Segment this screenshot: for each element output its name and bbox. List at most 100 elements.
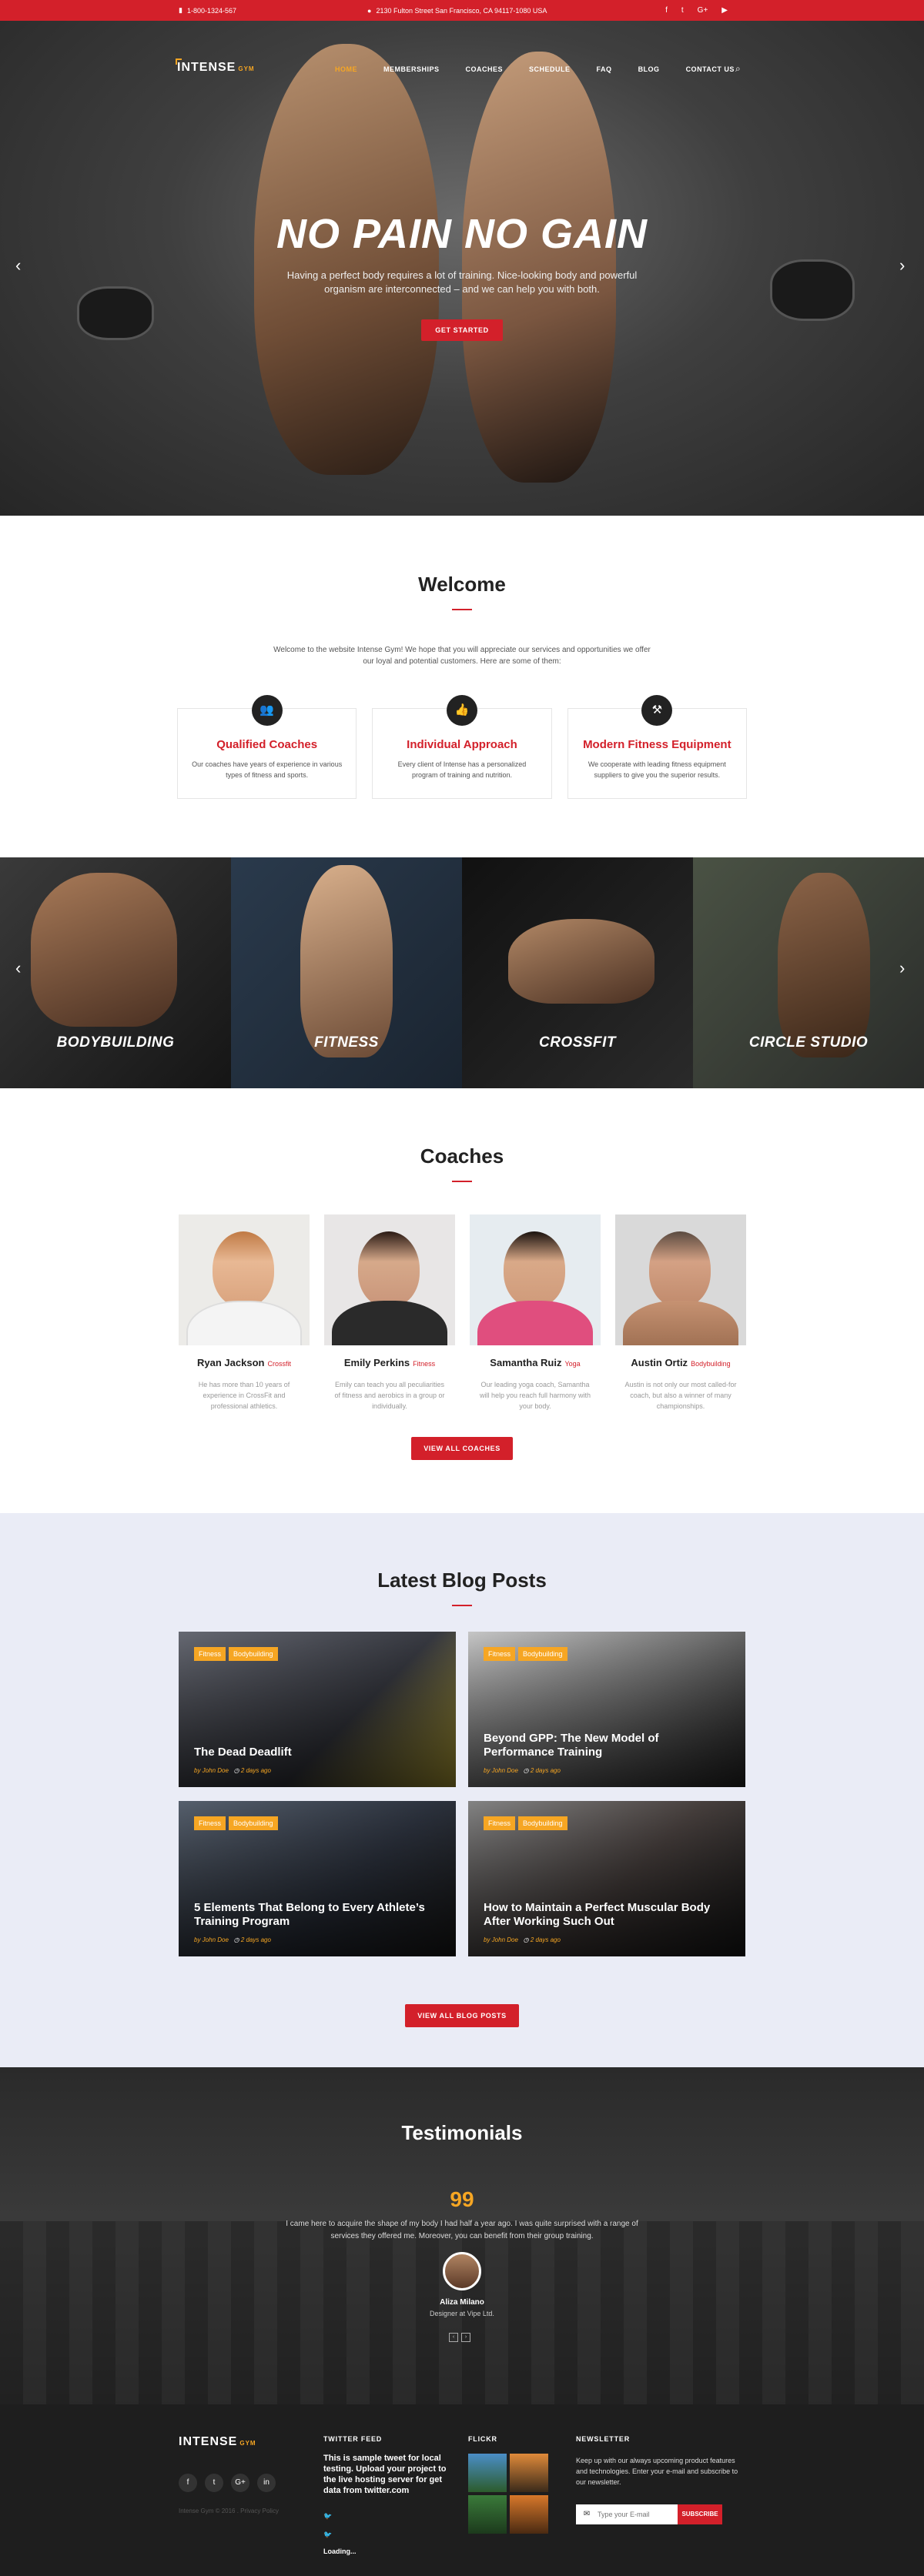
post-tag[interactable]: Fitness [194,1647,226,1661]
twitter-icon[interactable]: t [205,2474,223,2492]
copyright: Intense Gym © 2016 . Privacy Policy [179,2508,279,2514]
prev-icon[interactable]: ‹ [449,2333,458,2342]
search-icon[interactable]: ⌕ [735,63,741,75]
coach-card[interactable]: Samantha Ruiz Yoga Our leading yoga coach… [470,1214,601,1412]
nav-item-blog[interactable]: BLOG [638,65,660,73]
welcome-title: Welcome [418,573,506,596]
slider-next-icon[interactable]: › [899,256,905,276]
post-meta: by John Doe ◷ 2 days ago [484,1936,561,1943]
newsletter-title: NEWSLETTER [576,2435,630,2443]
nav-item-faq[interactable]: FAQ [597,65,612,73]
feature-card: 👥 Qualified Coaches Our coaches have yea… [177,695,357,799]
newsletter-form: ✉ SUBSCRIBE [576,2504,722,2524]
get-started-button[interactable]: GET STARTED [421,319,503,341]
feature-title: Individual Approach [407,738,517,751]
youtube-icon[interactable]: ▶ [721,6,728,15]
footer-logo[interactable]: INTENSE GYM [179,2435,256,2449]
category-next-icon[interactable]: › [899,958,905,978]
post-tag[interactable]: Bodybuilding [229,1647,278,1661]
facebook-icon[interactable]: f [179,2474,197,2492]
post-title[interactable]: Beyond GPP: The New Model of Performance… [484,1732,730,1759]
dumbbell-left [77,286,154,340]
thumbs-up-icon: 👍 [446,695,477,726]
post-tag[interactable]: Fitness [194,1816,226,1830]
logo-sub: GYM [239,2440,256,2447]
view-all-posts-button[interactable]: VIEW ALL BLOG POSTS [405,2004,519,2027]
nav-item-coaches[interactable]: COACHES [466,65,504,73]
category-bodybuilding[interactable]: BODYBUILDING [0,857,231,1088]
twitter-icon: 🐦 [323,2512,333,2520]
facebook-icon[interactable]: f [665,6,668,15]
flickr-thumb[interactable] [510,2495,548,2534]
post-title[interactable]: How to Maintain a Perfect Muscular Body … [484,1901,730,1929]
feature-title: Qualified Coaches [216,738,318,751]
blog-post-card[interactable]: Fitness Bodybuilding Beyond GPP: The New … [468,1632,745,1787]
twitter-icon: 🐦 [323,2531,333,2538]
post-tag[interactable]: Fitness [484,1816,516,1830]
view-all-coaches-button[interactable]: VIEW ALL COACHES [411,1437,513,1460]
next-icon[interactable]: › [461,2333,470,2342]
slider-prev-icon[interactable]: ‹ [15,256,21,276]
category-fitness[interactable]: FITNESS [231,857,462,1088]
flickr-thumb[interactable] [468,2495,507,2534]
category-circle-studio[interactable]: CIRCLE STUDIO [693,857,924,1088]
coach-card[interactable]: Ryan Jackson Crossfit He has more than 10… [179,1214,310,1412]
nav-item-home[interactable]: HOME [335,65,357,73]
post-tag[interactable]: Bodybuilding [518,1647,567,1661]
blog-post-card[interactable]: Fitness Bodybuilding The Dead Deadlift by… [179,1632,456,1787]
category-slider: BODYBUILDING FITNESS CROSSFIT CIRCLE STU… [0,857,924,1088]
coach-card[interactable]: Emily Perkins Fitness Emily can teach you… [324,1214,455,1412]
google-plus-icon[interactable]: G+ [231,2474,249,2492]
feature-title: Modern Fitness Equipment [583,738,732,751]
blog-post-card[interactable]: Fitness Bodybuilding 5 Elements That Belo… [179,1801,456,1956]
nav-item-memberships[interactable]: MEMBERSHIPS [383,65,440,73]
post-title[interactable]: The Dead Deadlift [194,1746,440,1759]
post-author[interactable]: John Doe [492,1767,518,1774]
title-divider [452,1605,472,1606]
testimonial-role: Designer at Vipe Ltd. [430,2310,494,2317]
category-photo [31,873,177,1027]
blog-posts-grid: Fitness Bodybuilding The Dead Deadlift by… [179,1632,745,1956]
nav-item-schedule[interactable]: SCHEDULE [529,65,571,73]
post-author[interactable]: John Doe [203,1767,229,1774]
post-tag[interactable]: Bodybuilding [518,1816,567,1830]
blog-post-card[interactable]: Fitness Bodybuilding How to Maintain a Pe… [468,1801,745,1956]
linkedin-icon[interactable]: in [257,2474,276,2492]
phone-contact[interactable]: ▮ 1-800-1324-567 [179,0,236,21]
coach-tag: Yoga [564,1360,581,1368]
footer: INTENSE GYM f t G+ in Intense Gym © 2016 … [0,2404,924,2576]
nav-item-contact[interactable]: CONTACT US [686,65,735,73]
flickr-thumb[interactable] [468,2454,507,2492]
post-title[interactable]: 5 Elements That Belong to Every Athlete’… [194,1901,440,1929]
phone-number: 1-800-1324-567 [186,6,237,15]
clock-icon: ◷ [233,1767,239,1774]
flickr-gallery [468,2454,548,2534]
testimonial-text: I came here to acquire the shape of my b… [286,2220,638,2240]
category-photo [300,865,393,1057]
category-crossfit[interactable]: CROSSFIT [462,857,693,1088]
coach-tag: Crossfit [267,1360,291,1368]
google-plus-icon[interactable]: G+ [698,6,708,15]
post-author[interactable]: John Doe [203,1936,229,1943]
dumbbell-right [770,259,855,321]
post-tag[interactable]: Bodybuilding [229,1816,278,1830]
hero-title: NO PAIN NO GAIN [276,211,648,257]
welcome-intro: Welcome to the website Intense Gym! We h… [273,646,651,666]
blog-title: Latest Blog Posts [377,1569,547,1592]
feature-card: 👍 Individual Approach Every client of In… [372,695,552,799]
post-meta: by John Doe ◷ 2 days ago [194,1936,271,1943]
post-tag[interactable]: Fitness [484,1647,516,1661]
logo-text: INTENSE [179,2435,238,2448]
coach-photo [470,1214,601,1345]
subscribe-button[interactable]: SUBSCRIBE [678,2504,722,2524]
twitter-icon[interactable]: t [681,6,684,15]
category-prev-icon[interactable]: ‹ [15,958,21,978]
location-icon: ● [367,6,372,15]
email-input[interactable] [598,2504,678,2524]
coach-card[interactable]: Austin Ortiz Bodybuilding Austin is not o… [615,1214,746,1412]
post-author[interactable]: John Doe [492,1936,518,1943]
logo[interactable]: INTENSE GYM [176,58,255,75]
clock-icon: ◷ [523,1936,529,1943]
flickr-thumb[interactable] [510,2454,548,2492]
feature-card: ⚒ Modern Fitness Equipment We cooperate … [567,695,747,799]
